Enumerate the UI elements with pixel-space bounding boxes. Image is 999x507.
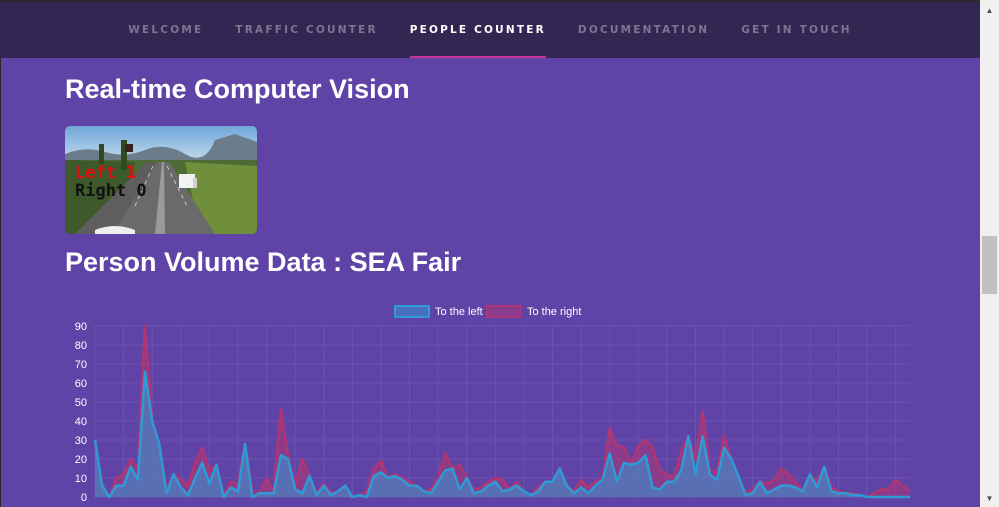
legend-label: To the right xyxy=(527,306,581,318)
window-frame-left xyxy=(0,0,1,507)
y-tick-label: 20 xyxy=(75,454,87,466)
nav-get-in-touch[interactable]: GET IN TOUCH xyxy=(725,2,867,58)
nav-people-counter[interactable]: PEOPLE COUNTER xyxy=(394,2,562,58)
y-tick-label: 60 xyxy=(75,378,87,390)
legend-label: To the left xyxy=(435,306,483,318)
y-tick-label: 70 xyxy=(75,359,87,371)
overlay-right-count: Right 0 xyxy=(75,181,147,201)
nav-traffic-counter[interactable]: TRAFFIC COUNTER xyxy=(219,2,393,58)
heading-person-volume: Person Volume Data : SEA Fair xyxy=(65,247,462,277)
y-tick-label: 10 xyxy=(75,473,87,485)
overlay-left-count: Left 1 xyxy=(75,163,136,183)
y-tick-label: 50 xyxy=(75,397,87,409)
y-tick-label: 0 xyxy=(81,492,87,504)
scroll-thumb[interactable] xyxy=(982,236,997,294)
top-navbar: WELCOME TRAFFIC COUNTER PEOPLE COUNTER D… xyxy=(0,2,980,58)
y-tick-label: 80 xyxy=(75,340,87,352)
highway-scene-image: Left 1 Right 0 xyxy=(65,126,257,234)
scroll-down-arrow-icon[interactable]: ▼ xyxy=(980,490,999,507)
y-tick-label: 90 xyxy=(75,321,87,333)
legend-swatch xyxy=(486,305,522,318)
y-tick-label: 40 xyxy=(75,416,87,428)
y-tick-label: 30 xyxy=(75,435,87,447)
vertical-scrollbar[interactable]: ▲ ▼ xyxy=(980,0,999,507)
video-feed-image: Left 1 Right 0 xyxy=(65,126,257,234)
nav-documentation[interactable]: DOCUMENTATION xyxy=(562,2,725,58)
legend-swatch xyxy=(394,305,430,318)
nav-welcome[interactable]: WELCOME xyxy=(112,2,219,58)
heading-computer-vision: Real-time Computer Vision xyxy=(65,74,410,104)
scroll-up-arrow-icon[interactable]: ▲ xyxy=(980,2,999,19)
person-volume-chart: 90 80 70 60 50 40 30 20 10 0 To the left To the rig… xyxy=(75,305,911,504)
